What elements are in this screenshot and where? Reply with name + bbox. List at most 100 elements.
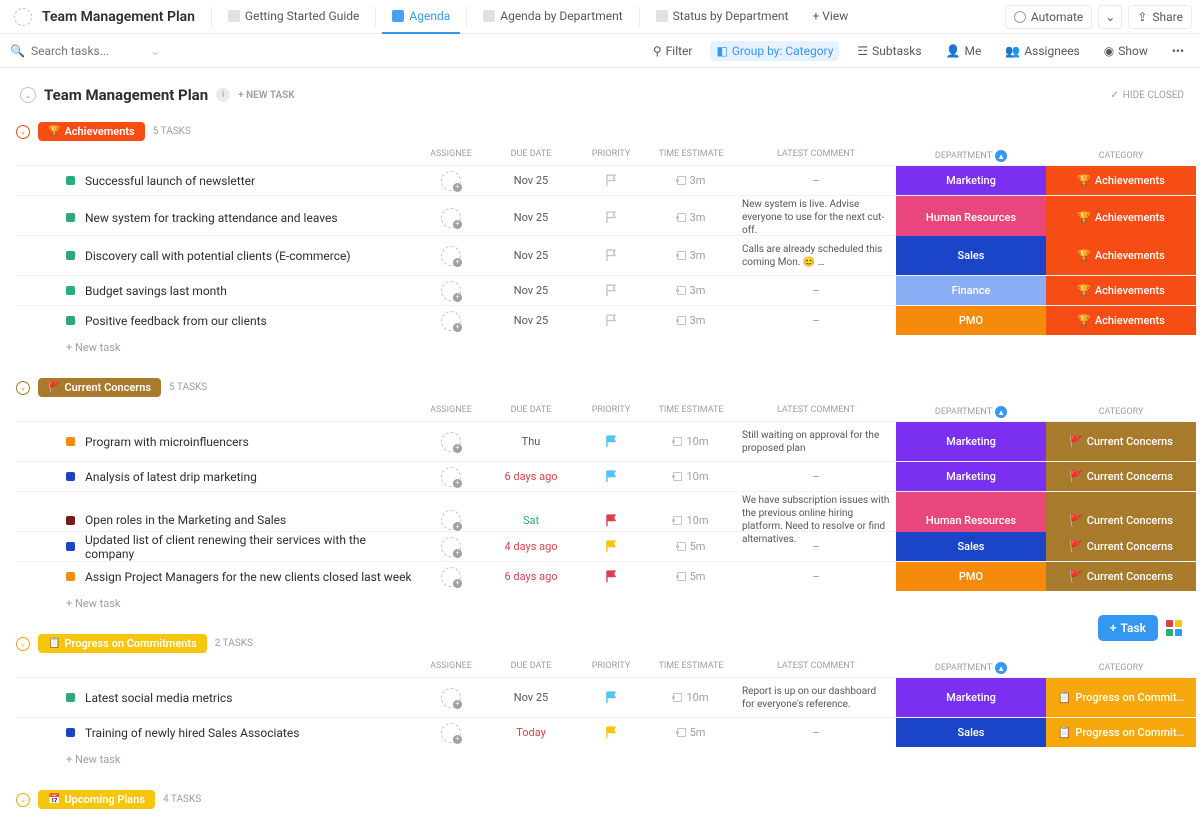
due-date[interactable]: Nov 25 [486, 211, 576, 224]
new-task-fab[interactable]: +Task [1098, 615, 1158, 641]
col-assignee[interactable]: ASSIGNEE [416, 149, 486, 163]
assignee-placeholder[interactable] [441, 510, 461, 530]
group-pill[interactable]: 🏆Achievements [38, 122, 145, 141]
due-date[interactable]: Today [486, 726, 576, 739]
col-comment[interactable]: LATEST COMMENT [736, 149, 896, 163]
collapse-all-icon[interactable]: ⌄ [20, 87, 36, 103]
due-date[interactable]: Sat [486, 514, 576, 527]
groupby-button[interactable]: ◧Group by: Category [710, 41, 839, 61]
col-category[interactable]: CATEGORY [1046, 149, 1196, 163]
time-estimate[interactable]: 3m [646, 174, 736, 187]
task-row[interactable]: Latest social media metricsNov 2510mRepo… [16, 677, 1184, 717]
col-assignee[interactable]: ASSIGNEE [416, 405, 486, 419]
department-tag[interactable]: PMO [896, 562, 1046, 591]
status-square[interactable] [66, 572, 75, 581]
col-estimate[interactable]: TIME ESTIMATE [646, 661, 736, 675]
show-button[interactable]: ◉Show [1098, 41, 1154, 61]
assignee-placeholder[interactable] [441, 723, 461, 743]
status-square[interactable] [66, 437, 75, 446]
time-estimate[interactable]: 5m [646, 570, 736, 583]
time-estimate[interactable]: 10m [646, 435, 736, 448]
due-date[interactable]: 4 days ago [486, 540, 576, 553]
category-tag[interactable]: 🚩Current Concerns [1046, 422, 1196, 461]
status-square[interactable] [66, 316, 75, 325]
tab-agenda[interactable]: Agenda [382, 0, 460, 34]
department-tag[interactable]: Marketing [896, 678, 1046, 717]
tab-status-by-department[interactable]: Status by Department [646, 0, 799, 34]
info-icon[interactable]: i [216, 88, 230, 102]
category-tag[interactable]: 🚩Current Concerns [1046, 462, 1196, 491]
status-square[interactable] [66, 516, 75, 525]
task-row[interactable]: Discovery call with potential clients (E… [16, 235, 1184, 275]
col-department[interactable]: DEPARTMENT ▲ [896, 661, 1046, 675]
time-estimate[interactable]: 3m [646, 314, 736, 327]
col-estimate[interactable]: TIME ESTIMATE [646, 405, 736, 419]
col-comment[interactable]: LATEST COMMENT [736, 661, 896, 675]
tab-agenda-by-department[interactable]: Agenda by Department [473, 0, 632, 34]
more-button[interactable]: ••• [1166, 41, 1190, 61]
department-tag[interactable]: Marketing [896, 462, 1046, 491]
category-tag[interactable]: 📋Progress on Commit… [1046, 678, 1196, 717]
due-date[interactable]: Nov 25 [486, 249, 576, 262]
col-due[interactable]: DUE DATE [486, 661, 576, 675]
priority-flag[interactable] [576, 314, 646, 327]
time-estimate[interactable]: 5m [646, 540, 736, 553]
group-toggle-icon[interactable]: ⌄ [16, 637, 30, 651]
group-pill[interactable]: 📅Upcoming Plans [38, 790, 155, 809]
assignee-placeholder[interactable] [441, 246, 461, 266]
share-button[interactable]: ⇪Share [1128, 5, 1192, 29]
department-tag[interactable]: Human Resources [896, 196, 1046, 239]
priority-flag[interactable] [576, 514, 646, 527]
time-estimate[interactable]: 3m [646, 284, 736, 297]
due-date[interactable]: Nov 25 [486, 174, 576, 187]
time-estimate[interactable]: 10m [646, 691, 736, 704]
category-tag[interactable]: 🚩Current Concerns [1046, 562, 1196, 591]
task-row[interactable]: Program with microinfluencersThu10mStill… [16, 421, 1184, 461]
status-square[interactable] [66, 286, 75, 295]
col-category[interactable]: CATEGORY [1046, 661, 1196, 675]
assignee-placeholder[interactable] [441, 688, 461, 708]
time-estimate[interactable]: 10m [646, 514, 736, 527]
priority-flag[interactable] [576, 570, 646, 583]
priority-flag[interactable] [576, 470, 646, 483]
due-date[interactable]: 6 days ago [486, 470, 576, 483]
col-priority[interactable]: PRIORITY [576, 405, 646, 419]
department-tag[interactable]: Sales [896, 532, 1046, 561]
status-square[interactable] [66, 693, 75, 702]
task-row[interactable]: Successful launch of newsletterNov 253m–… [16, 165, 1184, 195]
time-estimate[interactable]: 5m [646, 726, 736, 739]
hide-closed-button[interactable]: ✓HIDE CLOSED [1110, 90, 1184, 101]
task-row[interactable]: Analysis of latest drip marketing6 days … [16, 461, 1184, 491]
department-tag[interactable]: PMO [896, 306, 1046, 335]
due-date[interactable]: 6 days ago [486, 570, 576, 583]
task-row[interactable]: Assign Project Managers for the new clie… [16, 561, 1184, 591]
task-row[interactable]: New system for tracking attendance and l… [16, 195, 1184, 235]
assignee-placeholder[interactable] [441, 467, 461, 487]
category-tag[interactable]: 🏆Achievements [1046, 306, 1196, 335]
due-date[interactable]: Nov 25 [486, 691, 576, 704]
search-dropdown-icon[interactable]: ⌄ [150, 44, 160, 58]
subtasks-button[interactable]: ☲Subtasks [851, 41, 927, 61]
tab-getting-started-guide[interactable]: Getting Started Guide [218, 0, 369, 34]
task-row[interactable]: Positive feedback from our clientsNov 25… [16, 305, 1184, 335]
task-row[interactable]: Budget savings last monthNov 253m–Financ… [16, 275, 1184, 305]
time-estimate[interactable]: 3m [646, 249, 736, 262]
status-square[interactable] [66, 542, 75, 551]
category-tag[interactable]: 🏆Achievements [1046, 166, 1196, 195]
department-tag[interactable]: Marketing [896, 422, 1046, 461]
department-tag[interactable]: Sales [896, 718, 1046, 747]
department-tag[interactable]: Sales [896, 236, 1046, 275]
add-column-button[interactable]: ⊕ [1196, 405, 1200, 419]
new-task-header-button[interactable]: + NEW TASK [238, 90, 295, 101]
new-task-row[interactable]: + New task [16, 591, 1184, 616]
assignee-placeholder[interactable] [441, 281, 461, 301]
new-task-row[interactable]: + New task [16, 747, 1184, 772]
due-date[interactable]: Nov 25 [486, 314, 576, 327]
department-tag[interactable]: Finance [896, 276, 1046, 305]
department-tag[interactable]: Marketing [896, 166, 1046, 195]
time-estimate[interactable]: 3m [646, 211, 736, 224]
priority-flag[interactable] [576, 284, 646, 297]
group-pill[interactable]: 📋Progress on Commitments [38, 634, 207, 653]
me-button[interactable]: 👤Me [940, 41, 988, 61]
group-toggle-icon[interactable]: ⌄ [16, 793, 30, 807]
